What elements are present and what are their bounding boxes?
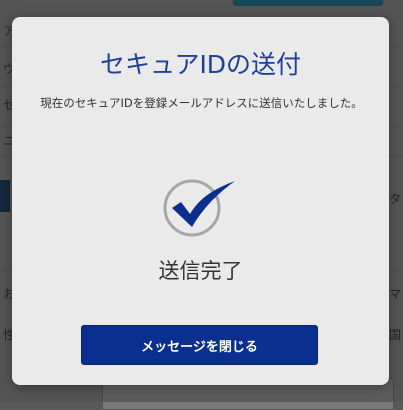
close-message-button[interactable]: メッセージを閉じる [81, 325, 318, 365]
dialog-message: 現在のセキュアIDを登録メールアドレスに送信いたしました。 [40, 96, 363, 110]
secure-id-sent-dialog: セキュアIDの送付 現在のセキュアIDを登録メールアドレスに送信いたしました。 … [12, 17, 389, 385]
check-circle-icon [159, 175, 235, 237]
status-text: 送信完了 [158, 259, 243, 283]
dialog-title: セキュアIDの送付 [99, 50, 302, 79]
